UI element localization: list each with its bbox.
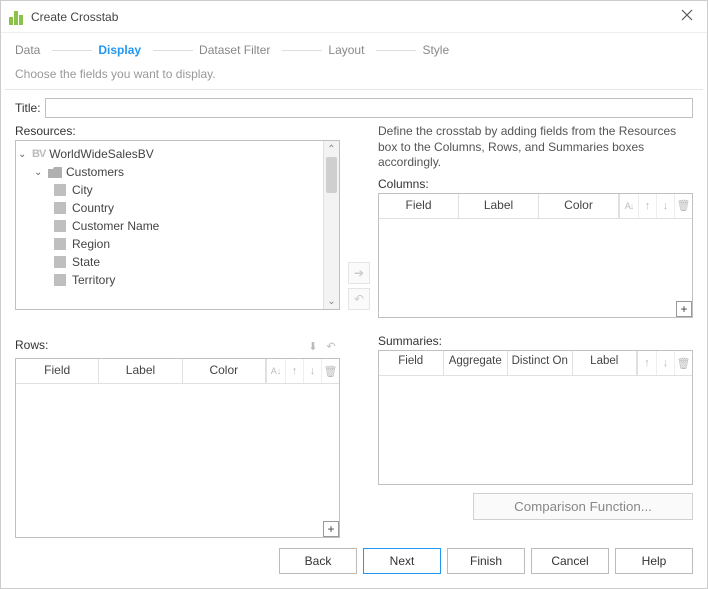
next-button[interactable]: Next bbox=[363, 548, 441, 574]
field-icon bbox=[54, 274, 66, 286]
app-icon bbox=[9, 9, 25, 25]
add-column-icon[interactable]: + bbox=[676, 301, 692, 317]
arrow-left-icon: ↶ bbox=[354, 292, 364, 306]
tree-group[interactable]: ⌄ Customers bbox=[18, 163, 321, 181]
rows-label: Rows: bbox=[15, 338, 304, 352]
tree-group-label: Customers bbox=[66, 165, 124, 179]
bv-icon: BV bbox=[32, 148, 45, 160]
summaries-header-field: Field bbox=[379, 351, 444, 375]
tree-field[interactable]: Territory bbox=[18, 271, 321, 289]
move-down-icon[interactable]: ↓ bbox=[656, 194, 674, 218]
summaries-header-aggregate: Aggregate bbox=[444, 351, 509, 375]
columns-header-color: Color bbox=[539, 194, 619, 218]
scroll-down-icon[interactable]: ⌄ bbox=[324, 293, 339, 309]
summaries-panel[interactable]: Field Aggregate Distinct On Label ↑ ↓ 🗑 bbox=[378, 350, 693, 485]
move-down-icon[interactable]: ↓ bbox=[656, 351, 674, 375]
scroll-up-icon[interactable]: ⌃ bbox=[324, 141, 339, 157]
title-input[interactable] bbox=[45, 98, 693, 118]
chevron-down-icon[interactable]: ⌄ bbox=[34, 167, 44, 178]
step-data[interactable]: Data bbox=[15, 43, 40, 57]
helper-text: Define the crosstab by adding fields fro… bbox=[378, 124, 693, 171]
arrow-right-icon: ➔ bbox=[354, 266, 364, 280]
field-icon bbox=[54, 256, 66, 268]
wizard-stepper: Data Display Dataset Filter Layout Style bbox=[1, 33, 707, 67]
summaries-label: Summaries: bbox=[378, 334, 693, 348]
scroll-thumb[interactable] bbox=[326, 157, 337, 193]
remove-from-columns-button[interactable]: ↶ bbox=[348, 288, 370, 310]
tree-field[interactable]: City bbox=[18, 181, 321, 199]
tree-root[interactable]: ⌄ BV WorldWideSalesBV bbox=[18, 145, 321, 163]
columns-header-field: Field bbox=[379, 194, 459, 218]
resources-tree[interactable]: ⌄ BV WorldWideSalesBV ⌄ Customers City C… bbox=[15, 140, 340, 310]
folder-icon bbox=[48, 167, 62, 178]
summaries-header-label: Label bbox=[573, 351, 638, 375]
rows-move-down-icon[interactable]: ⬇ bbox=[304, 334, 322, 358]
move-up-icon[interactable]: ↑ bbox=[285, 359, 303, 383]
step-description: Choose the fields you want to display. bbox=[1, 67, 707, 89]
step-style[interactable]: Style bbox=[422, 43, 449, 57]
columns-panel[interactable]: Field Label Color A↓ ↑ ↓ 🗑 + bbox=[378, 193, 693, 318]
columns-label: Columns: bbox=[378, 177, 693, 191]
rows-header-field: Field bbox=[16, 359, 99, 383]
move-down-icon[interactable]: ↓ bbox=[303, 359, 321, 383]
step-layout[interactable]: Layout bbox=[328, 43, 364, 57]
tree-field[interactable]: Country bbox=[18, 199, 321, 217]
cancel-button[interactable]: Cancel bbox=[531, 548, 609, 574]
title-label: Title: bbox=[15, 101, 41, 115]
close-icon[interactable] bbox=[675, 7, 699, 26]
sort-icon[interactable]: A↓ bbox=[620, 194, 638, 218]
help-button[interactable]: Help bbox=[615, 548, 693, 574]
delete-icon[interactable]: 🗑 bbox=[321, 359, 339, 383]
summaries-header-distinct: Distinct On bbox=[508, 351, 573, 375]
back-button[interactable]: Back bbox=[279, 548, 357, 574]
move-up-icon[interactable]: ↑ bbox=[638, 194, 656, 218]
sort-icon[interactable]: A↓ bbox=[267, 359, 285, 383]
field-icon bbox=[54, 184, 66, 196]
tree-field[interactable]: Customer Name bbox=[18, 217, 321, 235]
step-display[interactable]: Display bbox=[98, 43, 141, 57]
delete-icon[interactable]: 🗑 bbox=[674, 194, 692, 218]
field-icon bbox=[54, 202, 66, 214]
tree-root-label: WorldWideSalesBV bbox=[49, 147, 153, 161]
columns-header-label: Label bbox=[459, 194, 539, 218]
rows-header-color: Color bbox=[183, 359, 266, 383]
step-dataset-filter[interactable]: Dataset Filter bbox=[199, 43, 270, 57]
tree-field[interactable]: State bbox=[18, 253, 321, 271]
comparison-function-button[interactable]: Comparison Function... bbox=[473, 493, 693, 520]
add-to-columns-button[interactable]: ➔ bbox=[348, 262, 370, 284]
field-icon bbox=[54, 220, 66, 232]
rows-remove-icon[interactable]: ↶ bbox=[322, 334, 340, 358]
finish-button[interactable]: Finish bbox=[447, 548, 525, 574]
move-up-icon[interactable]: ↑ bbox=[638, 351, 656, 375]
chevron-down-icon[interactable]: ⌄ bbox=[18, 149, 28, 160]
rows-panel[interactable]: Field Label Color A↓ ↑ ↓ 🗑 + bbox=[15, 358, 340, 538]
resources-label: Resources: bbox=[15, 124, 340, 138]
tree-field[interactable]: Region bbox=[18, 235, 321, 253]
rows-header-label: Label bbox=[99, 359, 182, 383]
delete-icon[interactable]: 🗑 bbox=[674, 351, 692, 375]
add-row-icon[interactable]: + bbox=[323, 521, 339, 537]
window-title: Create Crosstab bbox=[31, 10, 118, 24]
scrollbar-vertical[interactable]: ⌃ ⌄ bbox=[323, 141, 339, 309]
field-icon bbox=[54, 238, 66, 250]
